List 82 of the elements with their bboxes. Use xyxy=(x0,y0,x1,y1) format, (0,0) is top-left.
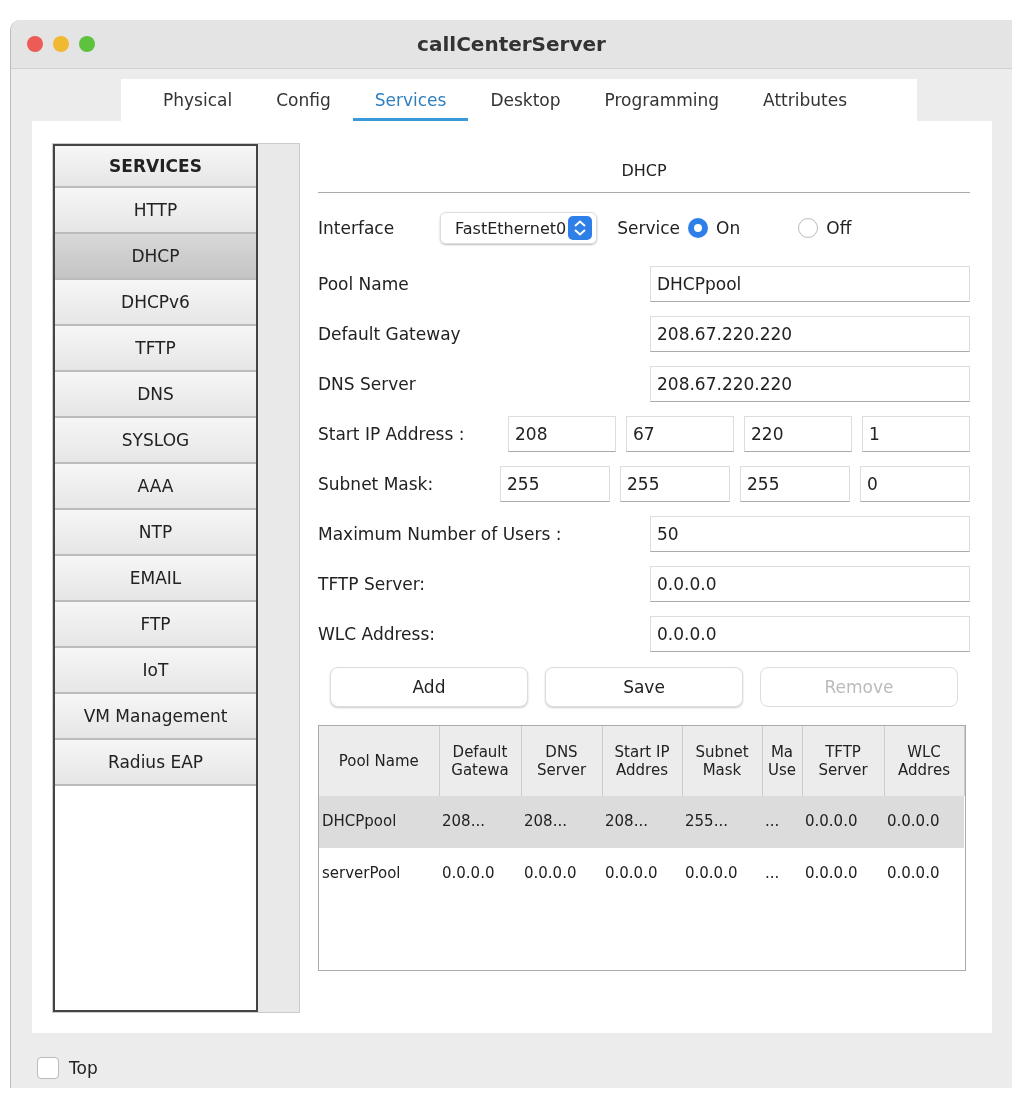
table-cell: 0.0.0.0 xyxy=(884,848,964,900)
sidebar-item[interactable]: FTP xyxy=(55,602,256,648)
table-cell: 0.0.0.0 xyxy=(439,848,521,900)
octet-field[interactable]: 208 xyxy=(508,416,616,452)
sidebar-item[interactable]: Radius EAP xyxy=(55,740,256,786)
table-cell: DHCPpool xyxy=(319,796,439,848)
top-checkbox[interactable]: Top xyxy=(37,1057,1012,1079)
sidebar-item[interactable]: DHCP xyxy=(55,234,256,280)
table-cell: ... xyxy=(762,796,802,848)
tab[interactable]: Physical xyxy=(141,84,255,122)
field-label: WLC Address: xyxy=(318,624,435,644)
column-header[interactable]: Subnet Mask xyxy=(682,726,762,796)
column-header[interactable]: Start IP Addres xyxy=(602,726,682,796)
radio-option[interactable]: On xyxy=(688,218,741,238)
minimize-icon[interactable] xyxy=(53,36,69,52)
field-label: Subnet Mask: xyxy=(318,474,434,494)
column-header[interactable]: Pool Name xyxy=(319,726,439,796)
octet-field[interactable]: 1 xyxy=(862,416,970,452)
octet-field[interactable]: 220 xyxy=(744,416,852,452)
table-row[interactable]: serverPool 0.0.0.0 0.0.0.0 0.0.0.0 0.0.0.0 ... 0.0.0.0 0.0.0.0 xyxy=(319,848,964,900)
table-cell: serverPool xyxy=(319,848,439,900)
sidebar-item[interactable]: SYSLOG xyxy=(55,418,256,464)
field-label: Maximum Number of Users : xyxy=(318,524,562,544)
octet-field[interactable]: 255 xyxy=(500,466,610,502)
sidebar-item[interactable]: AAA xyxy=(55,464,256,510)
table-cell: 208... xyxy=(521,796,602,848)
sidebar-item[interactable]: DNS xyxy=(55,372,256,418)
column-header[interactable]: WLC Addres xyxy=(884,726,964,796)
sidebar-item[interactable]: TFTP xyxy=(55,326,256,372)
panel-title: DHCP xyxy=(318,143,970,193)
action-button[interactable]: Add xyxy=(330,667,528,707)
zoom-icon[interactable] xyxy=(79,36,95,52)
octet-field[interactable]: 255 xyxy=(740,466,850,502)
action-button[interactable]: Save xyxy=(545,667,743,707)
table-cell: 255... xyxy=(682,796,762,848)
sidebar-item[interactable]: DHCPv6 xyxy=(55,280,256,326)
table-cell: 0.0.0.0 xyxy=(682,848,762,900)
sidebar-item[interactable]: HTTP xyxy=(55,188,256,234)
octet-field[interactable]: 67 xyxy=(626,416,734,452)
sidebar-item[interactable]: NTP xyxy=(55,510,256,556)
close-icon[interactable] xyxy=(27,36,43,52)
checkbox[interactable] xyxy=(37,1057,59,1079)
input-field[interactable]: DHCPpool xyxy=(650,266,970,302)
tab[interactable]: Attributes xyxy=(741,84,869,122)
table-cell: 0.0.0.0 xyxy=(884,796,964,848)
table-cell: 0.0.0.0 xyxy=(602,848,682,900)
input-field[interactable]: 208.67.220.220 xyxy=(650,366,970,402)
field-label: Default Gateway xyxy=(318,324,461,344)
input-field[interactable]: 0.0.0.0 xyxy=(650,566,970,602)
interface-dropdown[interactable]: FastEthernet0 xyxy=(440,212,598,244)
sidebar-item[interactable]: EMAIL xyxy=(55,556,256,602)
field-label: Service xyxy=(617,218,681,238)
tab[interactable]: Programming xyxy=(582,84,742,122)
field-label: Interface xyxy=(318,218,396,238)
field-label: Pool Name xyxy=(318,274,409,294)
stepper-icon xyxy=(568,216,593,240)
octet-field[interactable]: 0 xyxy=(860,466,970,502)
table-cell: 0.0.0.0 xyxy=(521,848,602,900)
field-label: DNS Server xyxy=(318,374,416,394)
tab[interactable]: Config xyxy=(254,84,353,122)
sidebar-item[interactable]: VM Management xyxy=(55,694,256,740)
column-header[interactable]: Ma Use xyxy=(762,726,802,796)
octet-field[interactable]: 255 xyxy=(620,466,730,502)
table-cell: 208... xyxy=(602,796,682,848)
column-header[interactable]: TFTP Server xyxy=(802,726,884,796)
radio-option[interactable]: Off xyxy=(798,218,852,238)
table-row[interactable]: DHCPpool 208... 208... 208... 255... ... 0.0.0.0 0.0.0.0 xyxy=(319,796,964,848)
input-field[interactable]: 208.67.220.220 xyxy=(650,316,970,352)
tab[interactable]: Desktop xyxy=(468,84,583,122)
table-cell: 0.0.0.0 xyxy=(802,796,884,848)
input-field[interactable]: 0.0.0.0 xyxy=(650,616,970,652)
table-cell: ... xyxy=(762,848,802,900)
field-label: TFTP Server: xyxy=(318,574,426,594)
window-title: callCenterServer xyxy=(417,32,606,56)
table-cell: 208... xyxy=(439,796,521,848)
sidebar-heading: SERVICES xyxy=(55,146,256,188)
field-label: Start IP Address : xyxy=(318,424,465,444)
sidebar-item[interactable]: IoT xyxy=(55,648,256,694)
table-cell: 0.0.0.0 xyxy=(802,848,884,900)
input-field[interactable]: 50 xyxy=(650,516,970,552)
column-header[interactable]: DNS Server xyxy=(521,726,602,796)
column-header[interactable]: Default Gatewa xyxy=(439,726,521,796)
